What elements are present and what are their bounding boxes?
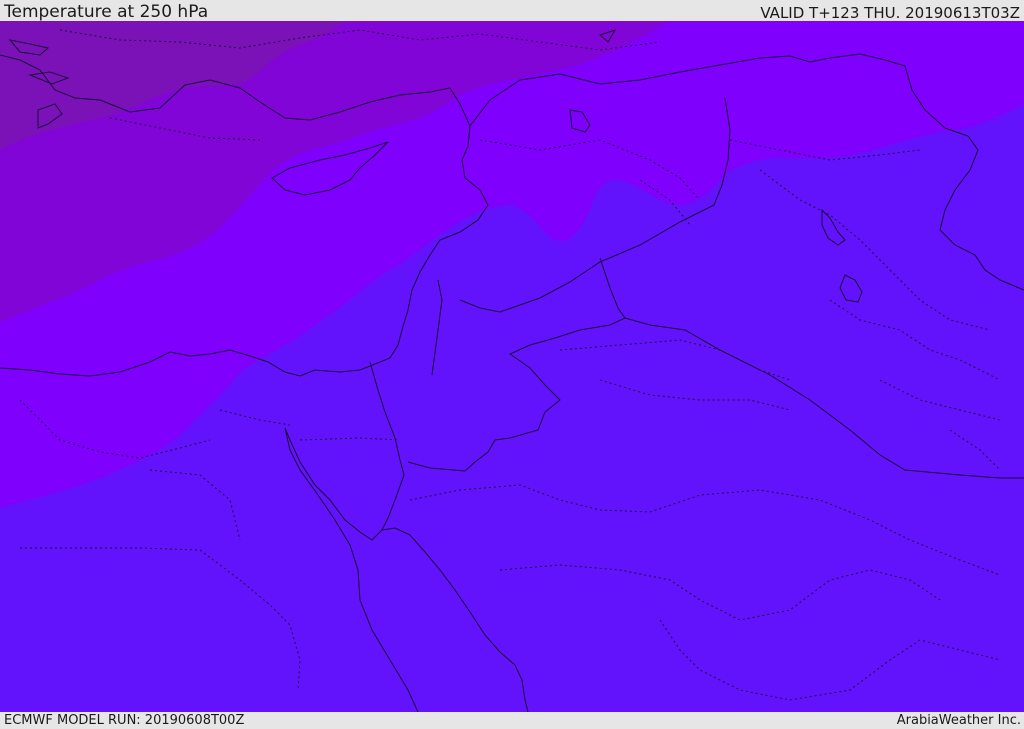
footer-bar: ECMWF MODEL RUN: 20190608T00Z ArabiaWeat…	[0, 712, 1024, 729]
header-bar: Temperature at 250 hPa VALID T+123 THU. …	[0, 0, 1024, 22]
valid-time-label: VALID T+123 THU. 20190613T03Z	[760, 4, 1020, 22]
map-title: Temperature at 250 hPa	[4, 2, 209, 22]
weather-map[interactable]	[0, 21, 1024, 712]
credit-label: ArabiaWeather Inc.	[896, 713, 1021, 728]
temperature-map-canvas	[0, 21, 1024, 712]
model-run-label: ECMWF MODEL RUN: 20190608T00Z	[4, 713, 245, 728]
